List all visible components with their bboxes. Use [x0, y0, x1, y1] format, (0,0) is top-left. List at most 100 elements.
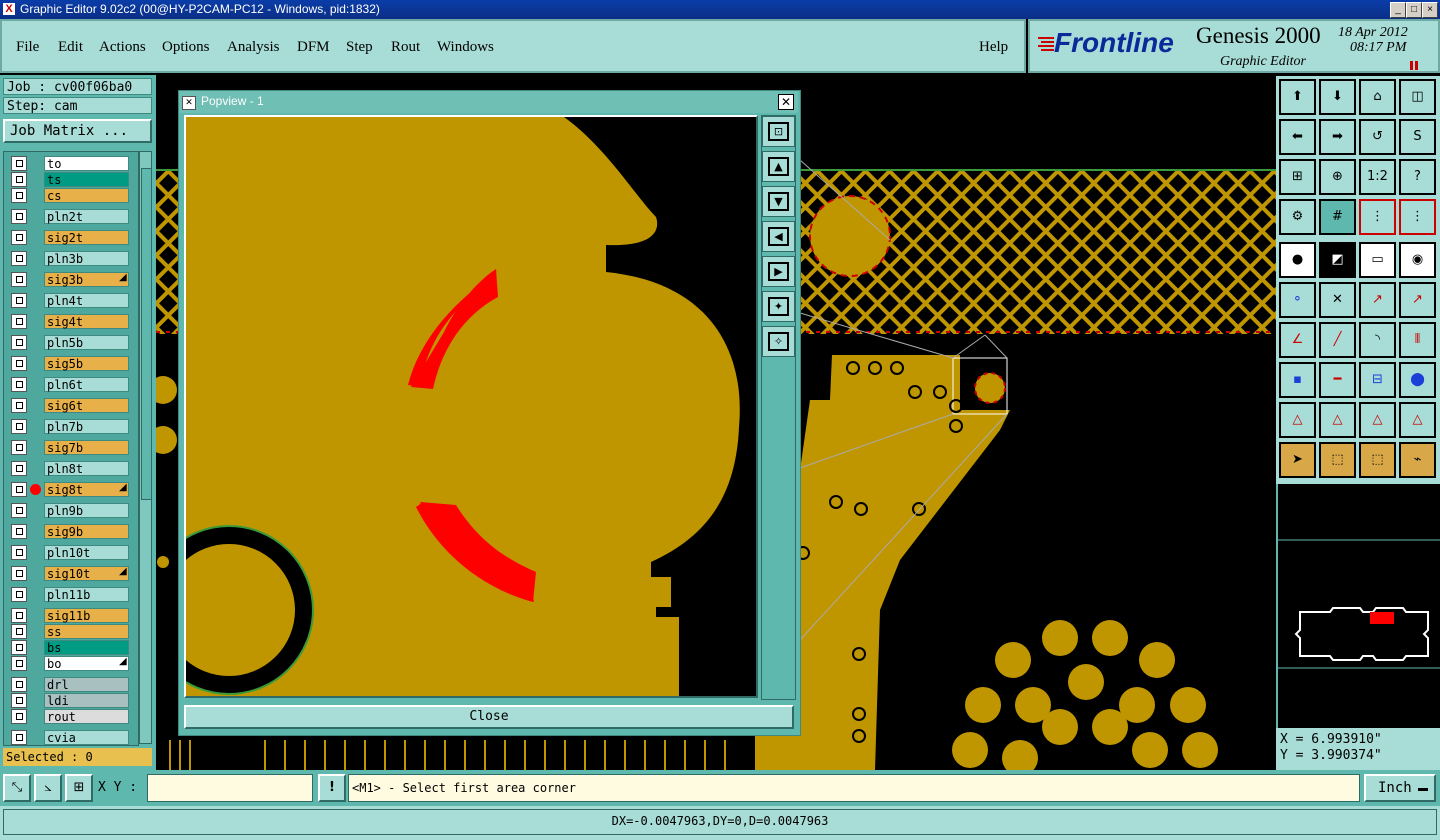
tool-delete-button[interactable]: ✕: [1319, 282, 1356, 318]
popview-zoom-fit-button[interactable]: ⊡: [762, 116, 795, 147]
tool-surface-add-button[interactable]: △: [1359, 402, 1396, 438]
layer-checkbox[interactable]: [11, 461, 27, 476]
tool-measure-button[interactable]: ⊟: [1359, 362, 1396, 398]
layer-row-bs[interactable]: bs: [11, 640, 129, 655]
tool-select-area-button[interactable]: ⬚: [1359, 442, 1396, 478]
layer-checkbox[interactable]: [11, 730, 27, 745]
unit-selector[interactable]: Inch: [1364, 774, 1436, 802]
layer-checkbox[interactable]: [11, 608, 27, 623]
menu-step[interactable]: Step: [346, 39, 373, 56]
popview-pan-down-button[interactable]: ▼: [762, 186, 795, 217]
layer-row-sig5b[interactable]: sig5b: [11, 356, 129, 371]
layer-checkbox[interactable]: [11, 587, 27, 602]
job-matrix-button[interactable]: Job Matrix ...: [3, 119, 152, 143]
layer-row-ts[interactable]: ts: [11, 172, 129, 187]
zoom-area-button[interactable]: ⤡: [3, 774, 31, 802]
tool-negative-button[interactable]: ◩: [1319, 242, 1356, 278]
menu-file[interactable]: File: [16, 39, 39, 56]
menu-rout[interactable]: Rout: [391, 39, 420, 56]
close-window-button[interactable]: ×: [1422, 2, 1438, 18]
layer-checkbox[interactable]: [11, 677, 27, 692]
tool-zoom-center-button[interactable]: ⊕: [1319, 159, 1356, 195]
layer-checkbox[interactable]: [11, 172, 27, 187]
layer-checkbox[interactable]: [11, 656, 27, 671]
layer-checkbox[interactable]: [11, 566, 27, 581]
tool-surface-delete-button[interactable]: △: [1399, 402, 1436, 438]
layer-checkbox[interactable]: [11, 335, 27, 350]
layer-checkbox[interactable]: [11, 377, 27, 392]
layer-row-sig6t[interactable]: sig6t: [11, 398, 129, 413]
layer-row-pln7b[interactable]: pln7b: [11, 419, 129, 434]
layer-row-ss[interactable]: ss: [11, 624, 129, 639]
overview-map[interactable]: [1276, 484, 1440, 728]
tool-layers-alt-button[interactable]: ⋮: [1399, 199, 1436, 235]
layer-row-pln9b[interactable]: pln9b: [11, 503, 129, 518]
tool-home-top-button[interactable]: ⬆: [1279, 79, 1316, 115]
tool-redraw-button[interactable]: S: [1399, 119, 1436, 155]
layer-checkbox[interactable]: [11, 524, 27, 539]
exclamation-button[interactable]: !: [318, 774, 346, 802]
layer-row-pln2t[interactable]: pln2t: [11, 209, 129, 224]
layer-checkbox[interactable]: [11, 709, 27, 724]
layer-row-sig11b[interactable]: sig11b: [11, 608, 129, 623]
tool-surface-edit-button[interactable]: △: [1319, 402, 1356, 438]
menu-actions[interactable]: Actions: [99, 39, 146, 56]
popview-zoom-in-button[interactable]: ✦: [762, 291, 795, 322]
tool-resize-button[interactable]: ━: [1319, 362, 1356, 398]
tool-split-button[interactable]: ◫: [1399, 79, 1436, 115]
layer-checkbox[interactable]: [11, 503, 27, 518]
layer-row-rout[interactable]: rout: [11, 709, 129, 724]
tool-home-button[interactable]: ⌂: [1359, 79, 1396, 115]
menu-edit[interactable]: Edit: [58, 39, 83, 56]
layer-checkbox[interactable]: [11, 398, 27, 413]
layer-row-sig8t[interactable]: sig8t ◢: [11, 482, 129, 497]
layer-checkbox[interactable]: [11, 293, 27, 308]
tool-zoom-fit-button[interactable]: ⊞: [1279, 159, 1316, 195]
tool-layers-button[interactable]: ⋮: [1359, 199, 1396, 235]
xy-input[interactable]: [147, 774, 313, 802]
tool-connect-button[interactable]: ⚬: [1279, 282, 1316, 318]
layer-row-pln6t[interactable]: pln6t: [11, 377, 129, 392]
layer-checkbox[interactable]: [11, 693, 27, 708]
layer-checkbox[interactable]: [11, 156, 27, 171]
layer-checkbox[interactable]: [11, 188, 27, 203]
minimize-button[interactable]: _: [1390, 2, 1406, 18]
layer-checkbox[interactable]: [11, 209, 27, 224]
layer-row-sig3b[interactable]: sig3b ◢: [11, 272, 129, 287]
tool-pan-bottom-button[interactable]: ⬇: [1319, 79, 1356, 115]
layer-row-pln5b[interactable]: pln5b: [11, 335, 129, 350]
popview-close-button[interactable]: Close: [184, 705, 794, 729]
menu-analysis[interactable]: Analysis: [227, 39, 280, 56]
tool-pan-right-button[interactable]: ➡: [1319, 119, 1356, 155]
layer-row-ldi[interactable]: ldi: [11, 693, 129, 708]
layer-row-sig2t[interactable]: sig2t: [11, 230, 129, 245]
tool-ruler-button[interactable]: ▭: [1359, 242, 1396, 278]
tool-undo-view-button[interactable]: ↺: [1359, 119, 1396, 155]
tool-pads-button[interactable]: ⬤: [1399, 362, 1436, 398]
layer-list-scrollbar[interactable]: [139, 151, 152, 744]
layer-checkbox[interactable]: [11, 272, 27, 287]
tool-copy-button[interactable]: ↗: [1399, 282, 1436, 318]
layer-checkbox[interactable]: [11, 482, 27, 497]
layer-checkbox[interactable]: [11, 251, 27, 266]
tool-grid-button[interactable]: #: [1319, 199, 1356, 235]
tool-pad-button[interactable]: ●: [1279, 242, 1316, 278]
layer-checkbox[interactable]: [11, 230, 27, 245]
measure-mode-button[interactable]: ⦣: [34, 774, 62, 802]
tool-select-button[interactable]: ➤: [1279, 442, 1316, 478]
popview-pan-left-button[interactable]: ◀: [762, 221, 795, 252]
layer-row-bo[interactable]: bo ◢: [11, 656, 129, 671]
tool-select-box-button[interactable]: ⬚: [1319, 442, 1356, 478]
layer-checkbox[interactable]: [11, 419, 27, 434]
layer-checkbox[interactable]: [11, 356, 27, 371]
layer-checkbox[interactable]: [11, 640, 27, 655]
tool-mirror-button[interactable]: ⫴: [1399, 322, 1436, 358]
popview-pan-up-button[interactable]: ▲: [762, 151, 795, 182]
tool-pad-move-button[interactable]: ▪: [1279, 362, 1316, 398]
menu-dfm[interactable]: DFM: [297, 39, 330, 56]
menu-windows[interactable]: Windows: [437, 39, 494, 56]
layer-row-sig10t[interactable]: sig10t ◢: [11, 566, 129, 581]
popview-close-icon[interactable]: ✕: [778, 94, 794, 110]
layer-row-cvia[interactable]: cvia: [11, 730, 129, 745]
layer-row-pln11b[interactable]: pln11b: [11, 587, 129, 602]
